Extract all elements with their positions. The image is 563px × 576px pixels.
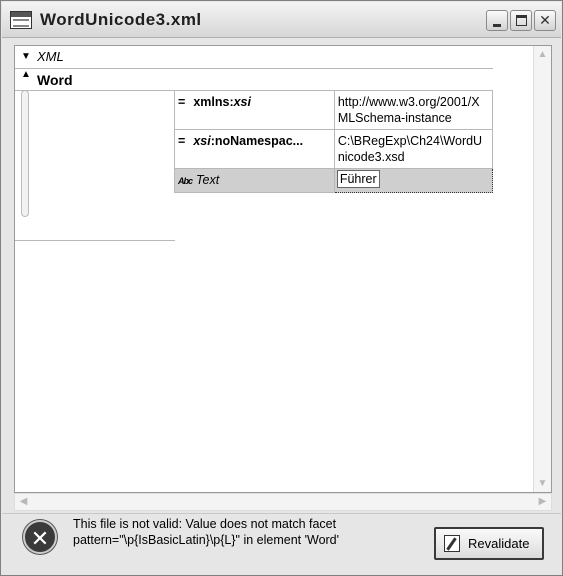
scroll-up-icon[interactable]: ▲ — [534, 46, 551, 63]
attribute-value-cell[interactable]: http://www.w3.org/2001/XMLSchema-instanc… — [333, 90, 494, 130]
scroll-down-icon[interactable]: ▼ — [534, 475, 551, 492]
text-node-name-cell[interactable]: Abc Text — [174, 168, 335, 193]
xml-grid-view[interactable]: ▼ XML ▲ Word = xmlns:xsi http://www.w3.or… — [14, 45, 552, 493]
app-window: WordUnicode3.xml ✕ ▼ XML ▲ Word = xmlns:x… — [0, 0, 563, 576]
word-element-label: Word — [37, 72, 73, 88]
text-node-row[interactable]: Abc Text Führer — [174, 168, 494, 193]
text-value-cell[interactable]: Führer — [333, 168, 494, 193]
scroll-right-icon[interactable]: ▶ — [534, 494, 551, 510]
attribute-name-cell[interactable]: = xsi:noNamespac... — [174, 129, 335, 169]
scroll-left-icon[interactable]: ◀ — [15, 494, 32, 510]
error-x-icon: ✕ — [23, 520, 57, 554]
xml-root-label: XML — [37, 49, 64, 64]
attribute-table: = xmlns:xsi http://www.w3.org/2001/XMLSch… — [174, 90, 494, 193]
attribute-icon: = — [178, 134, 186, 148]
attribute-local-name: :noNamespac... — [210, 134, 304, 148]
maximize-button[interactable] — [510, 10, 532, 31]
text-value-input[interactable]: Führer — [336, 170, 380, 188]
xml-root-row[interactable]: ▼ XML — [15, 46, 493, 69]
revalidate-label: Revalidate — [468, 536, 530, 551]
collapse-icon[interactable]: ▼ — [21, 46, 31, 68]
revalidate-pencil-icon — [444, 535, 460, 552]
attribute-prefix: xmlns: — [193, 95, 234, 109]
attribute-value-cell[interactable]: C:\BRegExp\Ch24\WordUnicode3.xsd — [333, 129, 494, 169]
attribute-prefix: xsi — [193, 134, 211, 148]
row-divider — [15, 240, 175, 241]
minimize-icon — [493, 24, 501, 27]
title-bar[interactable]: WordUnicode3.xml ✕ — [2, 2, 561, 38]
expand-toggle-icon[interactable]: ▲ — [21, 69, 31, 80]
xml-file-icon[interactable] — [10, 11, 32, 29]
word-element-row[interactable]: ▲ Word — [15, 69, 493, 91]
text-node-icon: Abc — [178, 176, 193, 186]
attribute-icon: = — [178, 95, 186, 109]
revalidate-button[interactable]: Revalidate — [434, 527, 544, 560]
minimize-button[interactable] — [486, 10, 508, 31]
validation-message: This file is not valid: Value does not m… — [73, 517, 340, 547]
attribute-local-name: xsi — [233, 95, 251, 109]
text-node-label: Text — [196, 173, 220, 187]
close-button[interactable]: ✕ — [534, 10, 556, 31]
attribute-row[interactable]: = xsi:noNamespac... C:\BRegExp\Ch24\WordU… — [174, 129, 494, 169]
vertical-scrollbar[interactable]: ▲ ▼ — [533, 46, 551, 492]
maximize-icon — [516, 15, 527, 26]
close-icon: ✕ — [539, 12, 551, 28]
horizontal-scrollbar[interactable]: ◀ ▶ — [14, 493, 552, 511]
attribute-name-cell[interactable]: = xmlns:xsi — [174, 90, 335, 130]
window-title: WordUnicode3.xml — [40, 10, 202, 29]
word-element[interactable]: ▲ Word = xmlns:xsi http://www.w3.org/2001… — [15, 69, 494, 262]
element-collapse-bar[interactable] — [21, 90, 29, 217]
attribute-row[interactable]: = xmlns:xsi http://www.w3.org/2001/XMLSch… — [174, 90, 494, 130]
